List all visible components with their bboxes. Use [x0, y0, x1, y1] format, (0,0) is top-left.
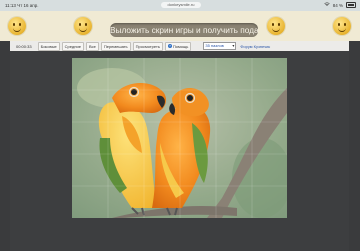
puzzle-board[interactable] — [72, 58, 287, 218]
status-indicators: 84 % — [324, 2, 356, 8]
game-timer: 00:00:33 — [16, 43, 32, 49]
shuffle-button[interactable]: Перемешать — [100, 41, 131, 51]
status-time: 11:13 Чт 16 апр. — [5, 3, 39, 8]
right-smiley-logo-icon[interactable] — [333, 17, 351, 35]
battery-percent: 84 % — [332, 2, 343, 8]
forum-link[interactable]: Форум Кузнечик — [240, 44, 270, 49]
smiley-icon[interactable] — [74, 17, 92, 35]
share-screenshot-banner[interactable]: Выложить скрин игры и получить подарок — [110, 23, 258, 37]
parrots-image — [72, 58, 287, 218]
edge-pieces-button[interactable]: Боковые — [37, 41, 60, 51]
battery-icon — [346, 2, 356, 8]
left-smiley-logo-icon[interactable] — [8, 17, 26, 35]
site-header: Выложить скрин игры и получить подарок — [0, 11, 360, 41]
middle-pieces-button[interactable]: Средние — [61, 41, 84, 51]
chevron-down-icon: ▾ — [232, 43, 235, 48]
smiley-icon[interactable] — [267, 17, 285, 35]
ios-status-bar: 11:13 Чт 16 апр. donkeysmile.ru 84 % — [0, 0, 360, 11]
wifi-icon — [324, 2, 330, 8]
preview-button[interactable]: Просмотреть — [132, 41, 163, 51]
address-bar[interactable]: donkeysmile.ru — [161, 2, 201, 8]
help-button[interactable]: ? Помощь — [164, 41, 192, 51]
help-icon: ? — [167, 44, 172, 49]
all-pieces-button[interactable]: Все — [85, 41, 99, 51]
pieces-count-select[interactable]: 35 пазлов ▾ — [203, 42, 237, 50]
